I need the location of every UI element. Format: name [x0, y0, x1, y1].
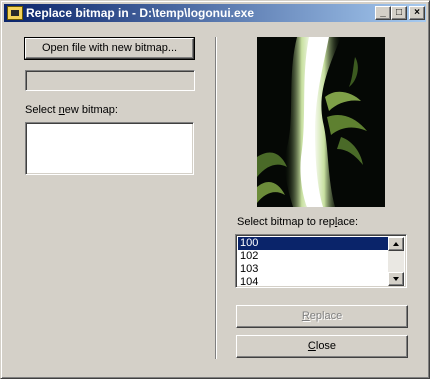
- file-path-field[interactable]: [25, 70, 195, 91]
- bitmap-preview: [257, 37, 385, 207]
- select-new-label-prefix: Select: [25, 104, 59, 116]
- close-window-button[interactable]: ×: [409, 6, 425, 20]
- scroll-track[interactable]: [388, 251, 404, 273]
- app-icon: [7, 6, 23, 20]
- title-bar[interactable]: Replace bitmap in - D:\temp\logonui.exe …: [4, 4, 426, 22]
- select-replace-label-prefix: Select bitmap to rep: [237, 216, 335, 228]
- select-replace-label-suffix: ace:: [337, 216, 359, 228]
- replace-button[interactable]: Replace: [236, 305, 408, 328]
- close-button-label: lose: [315, 340, 337, 352]
- window-title: Replace bitmap in - D:\temp\logonui.exe: [26, 6, 255, 20]
- replace-bitmap-dialog: Replace bitmap in - D:\temp\logonui.exe …: [0, 0, 430, 379]
- bitmap-to-replace-list[interactable]: 100 102 103 104: [235, 234, 407, 288]
- open-file-button-label: Open file with new bitmap...: [41, 42, 178, 54]
- minimize-button[interactable]: _: [375, 6, 391, 20]
- arrow-down-icon: [393, 277, 399, 281]
- open-file-button[interactable]: Open file with new bitmap...: [24, 37, 195, 60]
- arrow-up-icon: [393, 242, 399, 246]
- close-button[interactable]: Close: [236, 335, 408, 358]
- select-new-bitmap-label: Select new bitmap:: [25, 104, 118, 116]
- select-new-label-suffix: ew bitmap:: [64, 104, 118, 116]
- list-item[interactable]: 103: [238, 263, 388, 276]
- list-item[interactable]: 102: [238, 250, 388, 263]
- list-item[interactable]: 104: [238, 276, 388, 287]
- new-bitmap-list[interactable]: [25, 122, 194, 175]
- close-button-accel: C: [307, 340, 316, 352]
- select-replace-label: Select bitmap to replace:: [237, 216, 358, 228]
- maximize-button[interactable]: □: [391, 6, 407, 20]
- pane-divider: [215, 37, 217, 359]
- replace-button-label: eplace: [309, 310, 343, 322]
- scroll-down-button[interactable]: [388, 272, 404, 286]
- bitmap-preview-image: [257, 37, 385, 207]
- replace-button-accel: R: [301, 310, 310, 322]
- list-item[interactable]: 100: [238, 237, 388, 250]
- scroll-up-button[interactable]: [388, 237, 404, 251]
